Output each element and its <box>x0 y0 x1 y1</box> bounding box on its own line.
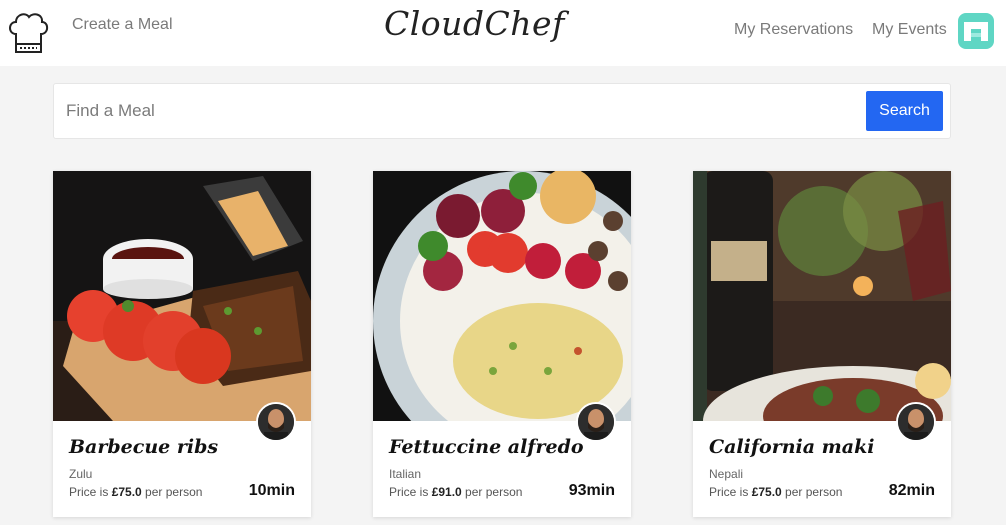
meal-card-california-maki[interactable]: California maki Nepali Price is £75.0 pe… <box>693 171 951 517</box>
meal-image <box>693 171 951 421</box>
meal-name: Barbecue ribs <box>69 436 219 458</box>
chef-avatar[interactable] <box>896 402 936 442</box>
meal-cuisine: Zulu <box>69 467 93 481</box>
search-input[interactable] <box>54 84 854 138</box>
meal-price: Price is £91.0 per person <box>389 485 523 499</box>
meal-duration: 82min <box>888 482 935 499</box>
meal-duration: 93min <box>568 482 615 499</box>
my-reservations-link[interactable]: My Reservations <box>734 21 853 39</box>
my-events-link[interactable]: My Events <box>872 21 947 39</box>
top-navbar: Create a Meal CloudChef My Reservations … <box>0 0 1006 66</box>
user-avatar[interactable] <box>958 13 994 49</box>
brand-logo[interactable]: CloudChef <box>384 4 565 43</box>
meal-image <box>53 171 311 421</box>
meal-cuisine: Nepali <box>709 467 744 481</box>
meal-duration: 10min <box>248 482 295 499</box>
meal-card-fettuccine-alfredo[interactable]: Fettuccine alfredo Italian Price is £91.… <box>373 171 631 517</box>
meal-image <box>373 171 631 421</box>
meal-cuisine: Italian <box>389 467 422 481</box>
search-bar: Search <box>53 83 951 139</box>
meal-price: Price is £75.0 per person <box>69 485 203 499</box>
meal-name: Fettuccine alfredo <box>389 436 584 458</box>
search-button[interactable]: Search <box>866 91 943 131</box>
meal-card-barbecue-ribs[interactable]: Barbecue ribs Zulu Price is £75.0 per pe… <box>53 171 311 517</box>
chef-hat-icon[interactable] <box>6 8 50 54</box>
meal-name: California maki <box>709 436 875 458</box>
create-meal-link[interactable]: Create a Meal <box>72 16 173 34</box>
meal-price: Price is £75.0 per person <box>709 485 843 499</box>
chef-avatar[interactable] <box>256 402 296 442</box>
